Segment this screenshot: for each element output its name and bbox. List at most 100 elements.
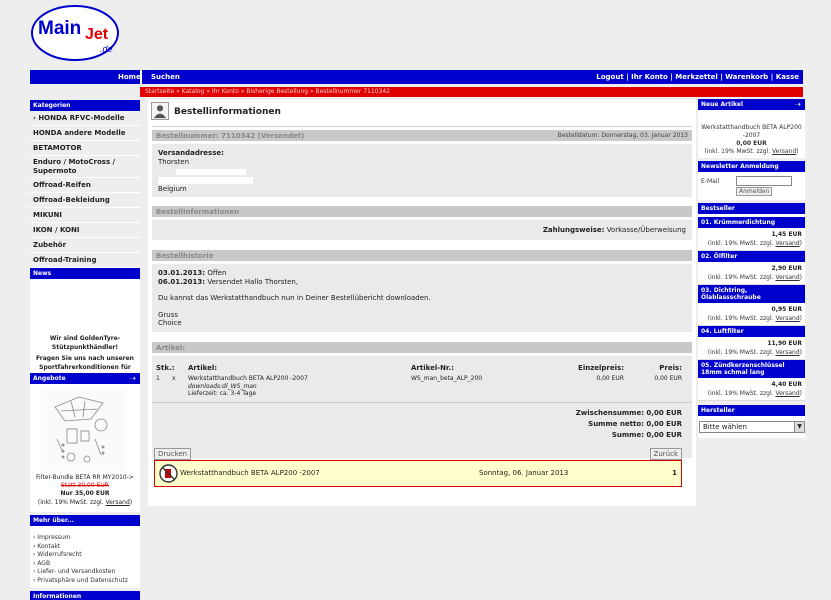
bestseller-vat: (inkl. 19% MwSt. zzgl. Versand) bbox=[698, 389, 805, 401]
redacted-line bbox=[158, 176, 686, 185]
bestseller-item[interactable]: 02. Ölfilter bbox=[698, 251, 805, 262]
bestseller-price: 11,90 EUR bbox=[698, 337, 805, 348]
back-button[interactable]: Zurück bbox=[649, 448, 682, 460]
col-unit-price: Einzelpreis: bbox=[578, 364, 624, 372]
category-item[interactable]: Offroad-Bekleidung bbox=[30, 193, 140, 208]
history-entry: 03.01.2013: Offen bbox=[158, 269, 686, 278]
nav-logout-link[interactable]: Logout bbox=[596, 73, 623, 81]
more-link-withdrawal[interactable]: › Widerrufsrecht bbox=[33, 551, 137, 560]
bestseller-vat: (inkl. 19% MwSt. zzgl. Versand) bbox=[698, 273, 805, 285]
news-title: News bbox=[30, 268, 140, 279]
new-items-title: Neue Artikel ➝ bbox=[698, 99, 805, 110]
breadcrumb[interactable]: Startseite » Katalog » Ihr Konto » Bishe… bbox=[140, 87, 803, 97]
category-item[interactable]: IKON / KONI bbox=[30, 223, 140, 238]
nav-cart-link[interactable]: Warenkorb bbox=[725, 73, 768, 81]
manufacturer-select[interactable]: Bitte wählen ▼ bbox=[699, 421, 805, 433]
nav-account-link[interactable]: Ihr Konto bbox=[631, 73, 668, 81]
category-item[interactable]: › HONDA RFVC-Modelle bbox=[30, 111, 140, 126]
shipping-link[interactable]: Versand bbox=[775, 315, 799, 322]
category-item[interactable]: Zubehör bbox=[30, 238, 140, 253]
bestseller-item[interactable]: 01. Krümmerdichtung bbox=[698, 217, 805, 228]
vat-text: (inkl. 19% MwSt. zzgl. bbox=[707, 390, 776, 397]
category-item[interactable]: BETAMOTOR bbox=[30, 141, 140, 156]
nav-wishlist-link[interactable]: Merkzettel bbox=[675, 73, 717, 81]
site-logo[interactable]: Main Jet .de bbox=[30, 4, 120, 62]
history-signature: Choice bbox=[158, 319, 182, 327]
more-link-contact[interactable]: › Kontakt bbox=[33, 543, 137, 552]
row-qty: 1 bbox=[156, 375, 160, 382]
subtotal: Zwischensumme: 0,00 EUR bbox=[575, 409, 682, 417]
row-price: 0,00 EUR bbox=[654, 375, 682, 382]
bestseller-vat: (inkl. 19% MwSt. zzgl. Versand) bbox=[698, 314, 805, 326]
redacted-line bbox=[158, 167, 686, 176]
vat-text: ) bbox=[799, 349, 802, 356]
arrow-right-icon[interactable]: ➝ bbox=[794, 100, 801, 109]
vat-text: ) bbox=[799, 390, 802, 397]
nav-checkout-link[interactable]: Kasse bbox=[776, 73, 799, 81]
download-file-name[interactable]: Werkstatthandbuch BETA ALP200 -2007 bbox=[180, 469, 320, 477]
bestseller-item[interactable]: 04. Luftfilter bbox=[698, 326, 805, 337]
bestseller-item[interactable]: 05. Zündkerzenschlüssel 18mm schmal lang bbox=[698, 360, 805, 378]
shipping-label: Versandadresse: bbox=[158, 149, 224, 157]
shipping-name: Thorsten bbox=[158, 158, 190, 166]
shipping-link[interactable]: Versand bbox=[775, 349, 799, 356]
new-item-price: 0,00 EUR bbox=[736, 140, 767, 147]
offers-title-text: Angebote bbox=[33, 375, 66, 382]
shipping-link[interactable]: Versand bbox=[106, 499, 130, 506]
bestseller-vat: (inkl. 19% MwSt. zzgl. Versand) bbox=[698, 239, 805, 251]
logo-main: Main bbox=[38, 18, 82, 39]
offer-product-image[interactable] bbox=[41, 389, 125, 471]
shipping-country: Belgium bbox=[158, 185, 187, 193]
category-item[interactable]: MIKUNI bbox=[30, 208, 140, 223]
category-item[interactable]: Offroad-Training bbox=[30, 253, 140, 268]
totals: Zwischensumme: 0,00 EUR Summe netto: 0,0… bbox=[576, 408, 682, 441]
email-label: E-Mail bbox=[701, 178, 720, 185]
download-count: 1 bbox=[672, 469, 677, 477]
newsletter-subscribe-button[interactable]: Anmelden bbox=[736, 187, 773, 196]
nav-search-link[interactable]: Suchen bbox=[151, 73, 180, 81]
more-link-shipping[interactable]: › Liefer- und Versandkosten bbox=[33, 568, 137, 577]
news-box: Wir sind GoldenTyre-Stützpunkthändler! F… bbox=[30, 279, 140, 380]
offers-title: Angebote ➝ bbox=[30, 373, 140, 384]
row-unit-price: 0,00 EUR bbox=[596, 375, 624, 382]
arrow-right-icon[interactable]: ➝ bbox=[129, 374, 136, 383]
news-line-1: Wir sind GoldenTyre-Stützpunkthändler! bbox=[49, 335, 121, 351]
category-item[interactable]: HONDA andere Modelle bbox=[30, 126, 140, 141]
new-item-name[interactable]: Werkstatthandbuch BETA ALP200 -2007 bbox=[701, 124, 802, 140]
shipping-link[interactable]: Versand bbox=[772, 148, 796, 155]
logo-jet: Jet bbox=[85, 26, 109, 43]
user-icon bbox=[151, 102, 169, 120]
download-row[interactable]: Werkstatthandbuch BETA ALP200 -2007 Sonn… bbox=[154, 460, 682, 487]
row-article-name[interactable]: Werkstatthandbuch BETA ALP200 -2007 bbox=[188, 375, 308, 383]
new-item-vat: (inkl. 19% MwSt. zzgl. Versand) bbox=[701, 148, 802, 156]
vat-text: ) bbox=[799, 240, 802, 247]
more-link-imprint[interactable]: › Impressum bbox=[33, 534, 137, 543]
chevron-down-icon[interactable]: ▼ bbox=[794, 422, 804, 432]
shipping-link[interactable]: Versand bbox=[775, 274, 799, 281]
payment-value: Vorkasse/Überweisung bbox=[606, 226, 686, 234]
right-sidebar: Neue Artikel ➝ Werkstatthandbuch BETA ALP… bbox=[698, 99, 805, 438]
offer-name[interactable]: Filter-Bundle BETA RR MY2010-> bbox=[30, 474, 140, 481]
more-link-terms[interactable]: › AGB bbox=[33, 560, 137, 569]
newsletter-title: Newsletter Anmeldung bbox=[698, 161, 805, 172]
row-article-no: WS_man_beta_ALP_200 bbox=[411, 375, 483, 382]
category-item[interactable]: Offroad-Reifen bbox=[30, 178, 140, 193]
newsletter-email-input[interactable] bbox=[736, 176, 792, 186]
print-button[interactable]: Drucken bbox=[154, 448, 192, 460]
download-blocked-icon[interactable] bbox=[159, 464, 178, 483]
more-link-privacy[interactable]: › Privatsphäre und Datenschutz bbox=[33, 577, 137, 586]
vat-text: ) bbox=[796, 148, 799, 155]
shipping-link[interactable]: Versand bbox=[775, 240, 799, 247]
bestseller-title: Bestseller bbox=[698, 203, 805, 214]
more-links: › Impressum › Kontakt › Widerrufsrecht ›… bbox=[30, 526, 140, 588]
history-date: 06.01.2013: bbox=[158, 277, 206, 286]
payment-row: Zahlungsweise: Vorkasse/Überweisung bbox=[152, 220, 692, 240]
category-item[interactable]: Enduro / MotoCross / Supermoto bbox=[30, 156, 140, 178]
new-items-title-text: Neue Artikel bbox=[701, 101, 744, 108]
bestseller-item[interactable]: 03. Dichtring, Ölablassschraube bbox=[698, 285, 805, 303]
nav-sep: | bbox=[770, 73, 774, 81]
history-date: 03.01.2013: bbox=[158, 269, 206, 277]
col-qty: Stk.: bbox=[156, 364, 175, 372]
shipping-link[interactable]: Versand bbox=[775, 390, 799, 397]
nav-home-link[interactable]: Home bbox=[118, 73, 141, 81]
